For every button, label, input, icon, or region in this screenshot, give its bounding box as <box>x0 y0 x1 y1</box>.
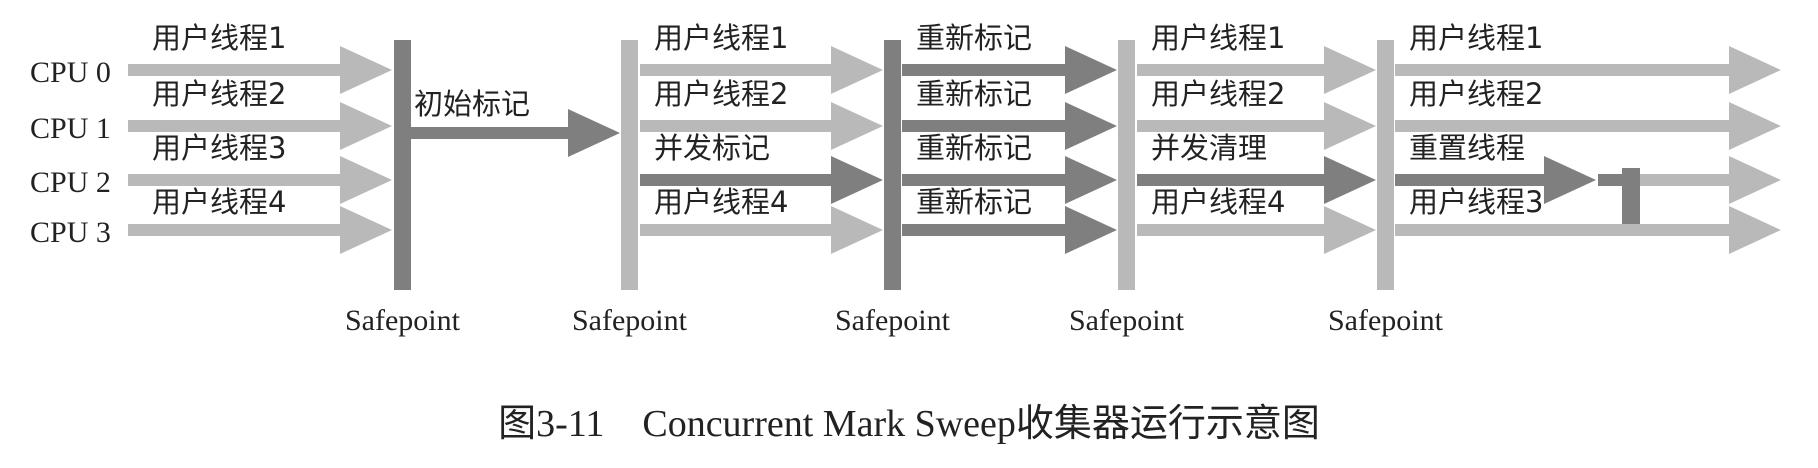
safepoint-label-2: Safepoint <box>572 304 688 337</box>
safepoint-label-3: Safepoint <box>835 304 951 337</box>
arrow-label: 用户线程3 <box>1409 185 1543 219</box>
cms-diagram: CPU 0 CPU 1 CPU 2 CPU 3 Safepoint Safepoint Sa… <box>0 0 1818 468</box>
caption-text: Concurrent Mark Sweep收集器运行示意图 <box>642 403 1320 445</box>
arrow-label: 并发标记 <box>654 131 770 165</box>
arrow-label: 用户线程1 <box>1151 21 1285 55</box>
arrow-label: 用户线程1 <box>152 21 286 55</box>
arrow-label: 用户线程2 <box>152 77 286 111</box>
arrow-label: 用户线程1 <box>654 21 788 55</box>
cpu-label-3: CPU 3 <box>30 216 111 249</box>
caption-number: 图3-11 <box>498 403 605 445</box>
reset-stop-stem <box>1598 174 1626 186</box>
arrow-label: 用户线程4 <box>1151 185 1285 219</box>
arrow-label: 用户线程4 <box>152 185 286 219</box>
safepoint-bar-5 <box>1377 40 1394 290</box>
safepoint-label-1: Safepoint <box>345 304 461 337</box>
cpu-label-1: CPU 1 <box>30 112 111 145</box>
arrow-label: 并发清理 <box>1151 131 1267 165</box>
arrow-label: 用户线程2 <box>1151 77 1285 111</box>
cpu-label-0: CPU 0 <box>30 56 111 89</box>
arrow-label: 重置线程 <box>1409 131 1525 165</box>
figure-caption: 图3-11 Concurrent Mark Sweep收集器运行示意图 <box>0 392 1818 447</box>
arrow-label: 用户线程2 <box>1409 77 1543 111</box>
safepoint-bar-1 <box>394 40 411 290</box>
arrow-label: 重新标记 <box>916 77 1032 111</box>
arrow-thread-after-reset <box>1640 156 1781 204</box>
arrow-label: 用户线程3 <box>152 131 286 165</box>
arrow-label: 用户线程1 <box>1409 21 1543 55</box>
arrow-label: 初始标记 <box>414 87 530 121</box>
arrow-label: 重新标记 <box>916 21 1032 55</box>
safepoint-label-5: Safepoint <box>1328 304 1444 337</box>
arrow-label: 重新标记 <box>916 131 1032 165</box>
safepoint-bar-2 <box>621 40 638 290</box>
arrow-label: 重新标记 <box>916 185 1032 219</box>
cpu-label-2: CPU 2 <box>30 166 111 199</box>
safepoint-label-4: Safepoint <box>1069 304 1185 337</box>
arrow-label: 用户线程4 <box>654 185 788 219</box>
safepoint-bar-4 <box>1118 40 1135 290</box>
cms-timeline-svg: CPU 0 CPU 1 CPU 2 CPU 3 Safepoint Safepoint Sa… <box>30 21 1781 337</box>
arrow-label: 用户线程2 <box>654 77 788 111</box>
safepoint-bar-3 <box>884 40 901 290</box>
